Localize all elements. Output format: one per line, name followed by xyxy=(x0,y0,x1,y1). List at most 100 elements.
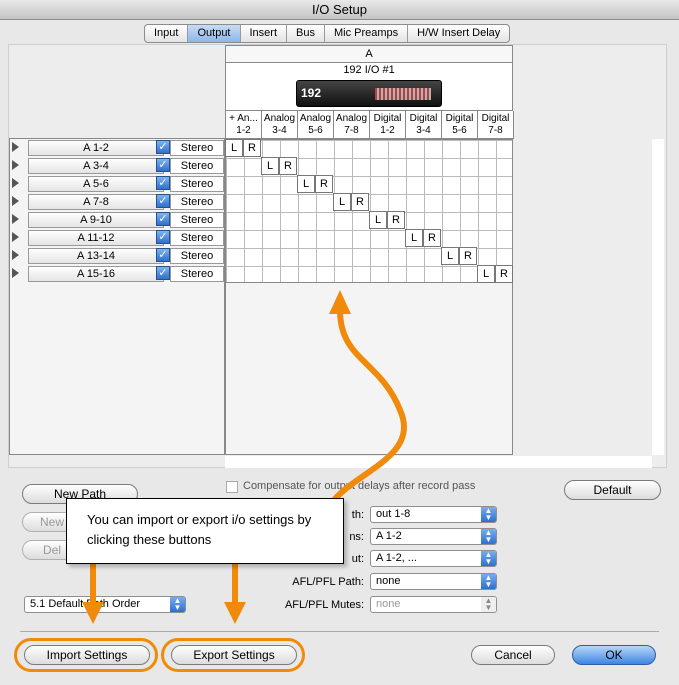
assign-cell-left[interactable]: L xyxy=(225,139,243,157)
channel-header-line1: Digital xyxy=(373,113,402,124)
path-format[interactable]: Stereo xyxy=(170,266,224,282)
path-name[interactable]: A 13-14 xyxy=(28,248,164,264)
path-active-checkbox[interactable]: ✓ xyxy=(156,248,170,262)
assign-cell-left[interactable]: L xyxy=(405,229,423,247)
channel-header-line1: + An... xyxy=(229,113,258,124)
channel-header: Digital 5-6 xyxy=(442,111,478,139)
channel-header-line1: Analog xyxy=(335,113,368,124)
tab-insert[interactable]: Insert xyxy=(241,25,288,42)
setting-select[interactable]: out 1-8 ▲ ▼ xyxy=(370,506,497,523)
assign-cell-left[interactable]: L xyxy=(477,265,495,283)
afl-pfl-mutes-label: AFL/PFL Mutes: xyxy=(284,599,364,611)
disclosure-triangle-icon[interactable] xyxy=(12,160,19,170)
assign-cell-right[interactable]: R xyxy=(495,265,513,283)
assign-cell-right[interactable]: R xyxy=(423,229,441,247)
setting-value: A 1-2, ... xyxy=(376,552,417,564)
channel-header: Analog 3-4 xyxy=(262,111,298,139)
vertical-scrollbar[interactable] xyxy=(652,139,664,455)
path-active-checkbox[interactable]: ✓ xyxy=(156,158,170,172)
disclosure-triangle-icon[interactable] xyxy=(12,268,19,278)
default-button[interactable]: Default xyxy=(564,480,661,500)
assign-cell-right[interactable]: R xyxy=(279,157,297,175)
channel-header: Analog 5-6 xyxy=(298,111,334,139)
disclosure-triangle-icon[interactable] xyxy=(12,142,19,152)
path-active-checkbox[interactable]: ✓ xyxy=(156,212,170,226)
ok-button[interactable]: OK xyxy=(572,645,656,665)
disclosure-triangle-icon[interactable] xyxy=(12,214,19,224)
tab-hw-insert-delay[interactable]: H/W Insert Delay xyxy=(408,25,509,42)
path-active-checkbox[interactable]: ✓ xyxy=(156,140,170,154)
device-image-label: 192 xyxy=(301,86,322,100)
afl-pfl-mutes-select[interactable]: none ▲ ▼ xyxy=(370,596,497,613)
tab-bar: Input Output Insert Bus Mic Preamps H/W … xyxy=(144,24,511,43)
import-settings-button[interactable]: Import Settings xyxy=(24,645,150,665)
setting-value: A 1-2 xyxy=(376,530,402,542)
select-arrows-icon: ▲ ▼ xyxy=(481,597,496,612)
assign-cell-left[interactable]: L xyxy=(297,175,315,193)
assign-cell-left[interactable]: L xyxy=(333,193,351,211)
channel-header-line1: Digital xyxy=(445,113,474,124)
footer-divider xyxy=(20,631,659,632)
select-arrows-icon: ▲ ▼ xyxy=(481,574,496,589)
path-format[interactable]: Stereo xyxy=(170,248,224,264)
assign-cell-right[interactable]: R xyxy=(351,193,369,211)
path-format[interactable]: Stereo xyxy=(170,158,224,174)
setting-value: out 1-8 xyxy=(376,508,411,520)
path-format[interactable]: Stereo xyxy=(170,194,224,210)
select-arrows-icon: ▲ ▼ xyxy=(481,507,496,522)
assign-cell-left[interactable]: L xyxy=(369,211,387,229)
afl-pfl-path-select[interactable]: none ▲ ▼ xyxy=(370,573,497,590)
horizontal-scrollbar[interactable] xyxy=(225,456,652,468)
compensate-checkbox[interactable] xyxy=(226,481,238,493)
disclosure-triangle-icon[interactable] xyxy=(12,178,19,188)
disclosure-triangle-icon[interactable] xyxy=(12,196,19,206)
channel-header-line1: Digital xyxy=(481,113,510,124)
assign-cell-left[interactable]: L xyxy=(261,157,279,175)
path-name[interactable]: A 11-12 xyxy=(28,230,164,246)
path-name[interactable]: A 1-2 xyxy=(28,140,164,156)
path-row: A 15-16 ✓ Stereo xyxy=(10,265,224,283)
tab-output[interactable]: Output xyxy=(188,25,241,42)
cancel-button[interactable]: Cancel xyxy=(471,645,555,665)
disclosure-triangle-icon[interactable] xyxy=(12,250,19,260)
path-active-checkbox[interactable]: ✓ xyxy=(156,194,170,208)
path-name[interactable]: A 15-16 xyxy=(28,266,164,282)
path-name[interactable]: A 5-6 xyxy=(28,176,164,192)
path-format[interactable]: Stereo xyxy=(170,230,224,246)
tutorial-callout: You can import or export i/o settings by… xyxy=(66,498,344,564)
disclosure-triangle-icon[interactable] xyxy=(12,232,19,242)
path-format[interactable]: Stereo xyxy=(170,212,224,228)
channel-header-line1: Analog xyxy=(299,113,332,124)
path-row: A 13-14 ✓ Stereo xyxy=(10,247,224,265)
device-meter-graphic xyxy=(375,88,431,100)
path-format[interactable]: Stereo xyxy=(170,176,224,192)
path-order-select[interactable]: 5.1 Default Path Order ▲ ▼ xyxy=(24,596,186,613)
path-row: A 3-4 ✓ Stereo xyxy=(10,157,224,175)
assign-cell-right[interactable]: R xyxy=(387,211,405,229)
setting-select[interactable]: A 1-2, ... ▲ ▼ xyxy=(370,550,497,567)
assign-cell-left[interactable]: L xyxy=(441,247,459,265)
tab-mic-preamps[interactable]: Mic Preamps xyxy=(325,25,409,42)
path-active-checkbox[interactable]: ✓ xyxy=(156,266,170,280)
device-header: 192 I/O #1 192 xyxy=(225,63,513,111)
tab-bus[interactable]: Bus xyxy=(287,25,325,42)
assign-cell-right[interactable]: R xyxy=(459,247,477,265)
channel-header-line2: 1-2 xyxy=(380,125,395,136)
path-name[interactable]: A 3-4 xyxy=(28,158,164,174)
path-row: A 7-8 ✓ Stereo xyxy=(10,193,224,211)
tab-input[interactable]: Input xyxy=(145,25,189,42)
path-row: A 1-2 ✓ Stereo xyxy=(10,139,224,157)
channel-header-line2: 7-8 xyxy=(344,125,359,136)
afl-pfl-path-label: AFL/PFL Path: xyxy=(292,576,364,588)
channel-header-line1: Analog xyxy=(263,113,296,124)
path-name[interactable]: A 7-8 xyxy=(28,194,164,210)
export-settings-button[interactable]: Export Settings xyxy=(171,645,297,665)
assign-cell-right[interactable]: R xyxy=(243,139,261,157)
assign-cell-right[interactable]: R xyxy=(315,175,333,193)
path-name[interactable]: A 9-10 xyxy=(28,212,164,228)
path-active-checkbox[interactable]: ✓ xyxy=(156,230,170,244)
path-active-checkbox[interactable]: ✓ xyxy=(156,176,170,190)
path-format[interactable]: Stereo xyxy=(170,140,224,156)
path-row: A 9-10 ✓ Stereo xyxy=(10,211,224,229)
setting-select[interactable]: A 1-2 ▲ ▼ xyxy=(370,528,497,545)
